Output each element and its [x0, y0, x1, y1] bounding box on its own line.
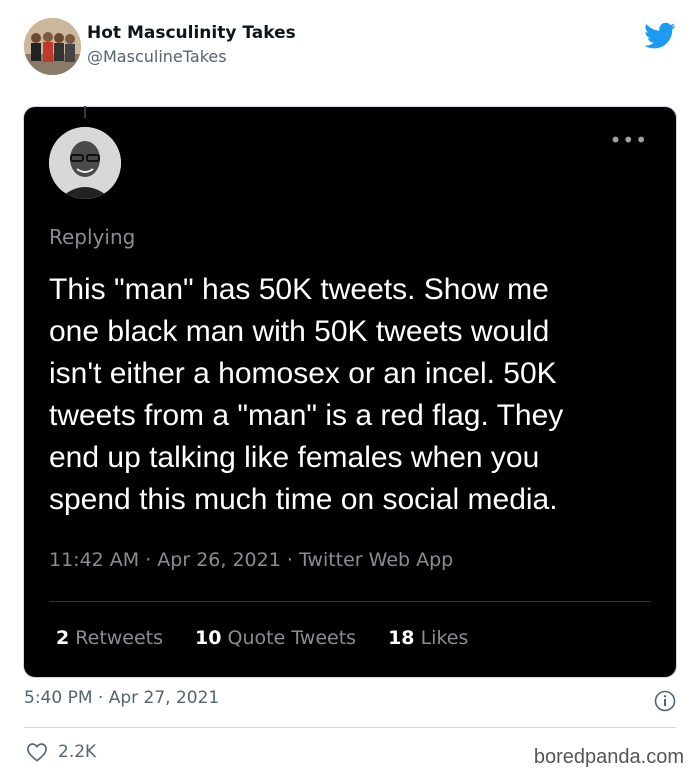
more-dots-icon[interactable]: •••	[610, 130, 648, 150]
tweet-text-line: tweets from a "man" is a red flag. They	[49, 399, 564, 432]
footer-divider	[24, 727, 676, 728]
tweet-meta: 11:42 AM · Apr 26, 2021 · Twitter Web Ap…	[49, 549, 454, 571]
heart-icon	[27, 743, 47, 762]
quoted-tweet-card[interactable]: ••• Replying This "man" has 50K tweets. …	[23, 106, 677, 678]
divider	[49, 601, 651, 602]
quotes-stat[interactable]: 10 Quote Tweets	[195, 627, 356, 649]
retweets-stat[interactable]: 2 Retweets	[56, 627, 163, 649]
tweet-text-line: spend this much time on social media.	[49, 483, 558, 516]
quotes-count: 10	[195, 627, 222, 649]
likes-count: 18	[388, 627, 415, 649]
retweets-count: 2	[56, 627, 70, 649]
thread-line	[84, 106, 86, 118]
tweet-text: This "man" has 50K tweets. Show me one b…	[49, 269, 654, 521]
watermark: boredpanda.com	[533, 746, 684, 768]
tweet-text-line: end up talking like females when you	[49, 441, 540, 474]
quotes-label: Quote Tweets	[227, 627, 357, 649]
author-avatar[interactable]	[24, 18, 81, 75]
replying-label: Replying	[49, 225, 136, 249]
tweet-timestamp[interactable]: 5:40 PM · Apr 27, 2021	[24, 688, 219, 708]
likes-label: Likes	[420, 627, 469, 649]
tweet-text-line: isn't either a homosex or an incel. 50K	[49, 357, 557, 390]
author-name[interactable]: Hot Masculinity Takes	[87, 23, 296, 43]
likes-stat[interactable]: 18 Likes	[388, 627, 468, 649]
quoted-author-avatar[interactable]	[49, 127, 121, 199]
author-handle[interactable]: @MasculineTakes	[87, 47, 227, 66]
like-button[interactable]: 2.2K	[26, 742, 96, 762]
twitter-bird-icon[interactable]	[644, 22, 676, 50]
tweet-stats: 2 Retweets 10 Quote Tweets 18 Likes	[56, 627, 468, 649]
info-icon[interactable]	[654, 690, 676, 712]
tweet-header: Hot Masculinity Takes @MasculineTakes	[24, 18, 676, 78]
like-count: 2.2K	[58, 742, 97, 762]
tweet-text-line: one black man with 50K tweets would	[49, 315, 550, 348]
retweets-label: Retweets	[75, 627, 164, 649]
tweet-text-line: This "man" has 50K tweets. Show me	[49, 273, 549, 306]
